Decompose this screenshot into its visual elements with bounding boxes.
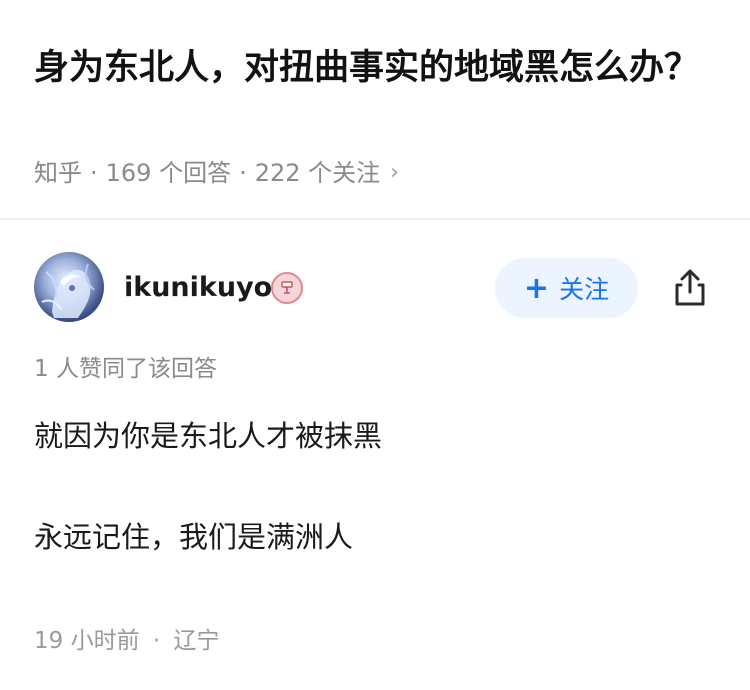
answer-page: 身为东北人，对扭曲事实的地域黑怎么办？ 知乎 · 169 个回答 · 222 个… [0,0,750,690]
share-button[interactable] [666,264,714,312]
answer-footer-meta: 19 小时前 · 辽宁 [34,624,220,658]
divider [0,218,750,220]
author-name[interactable]: ikunikuyo [124,268,272,308]
answer-location: 辽宁 [173,628,220,654]
answer-time: 19 小时前 [34,628,140,654]
answer-paragraph: 永远记住，我们是满洲人 [34,520,354,554]
badge-icon[interactable] [271,272,303,304]
question-title[interactable]: 身为东北人，对扭曲事实的地域黑怎么办？ [34,40,714,96]
source-label: 知乎 [34,159,82,187]
answers-count: 169 个回答 [105,159,232,187]
followers-count: 222 个关注 [254,159,381,187]
likes-count: 1 人赞同了该回答 [34,356,217,382]
plus-icon: + [523,270,550,306]
separator-dot: · [90,159,98,187]
anime-avatar-icon [41,263,95,318]
separator-dot: · [152,628,161,654]
follow-button[interactable]: + 关注 [495,258,638,318]
question-meta[interactable]: 知乎 · 169 个回答 · 222 个关注 › [34,155,399,191]
chevron-right-icon: › [390,160,399,185]
answer-paragraph: 就因为你是东北人才被抹黑 [34,419,383,453]
follow-label: 关注 [559,275,610,304]
separator-dot: · [239,159,247,187]
share-icon [675,269,705,306]
avatar[interactable] [34,252,104,322]
